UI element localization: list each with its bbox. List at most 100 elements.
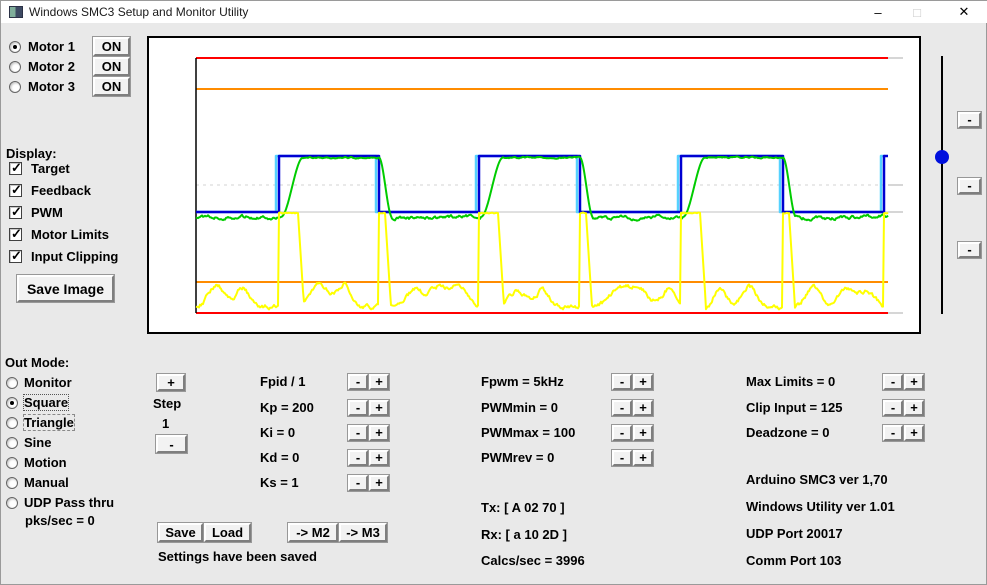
- step-label: Step: [153, 396, 182, 411]
- step-plus-button[interactable]: +: [156, 373, 186, 392]
- motor2-radio[interactable]: [9, 61, 21, 73]
- close-button[interactable]: ✕: [948, 1, 980, 23]
- copy-to-m3-button[interactable]: -> M3: [338, 522, 388, 543]
- kd-plus-button[interactable]: +: [368, 449, 390, 467]
- pwm-checkbox-label: PWM: [31, 205, 63, 220]
- ks-minus-button[interactable]: -: [347, 474, 369, 492]
- motor2-label: Motor 2: [28, 59, 75, 74]
- out-mode-motion-label: Motion: [24, 455, 67, 470]
- motor1-on-button[interactable]: ON: [92, 36, 131, 57]
- copy-to-m2-button[interactable]: -> M2: [287, 522, 339, 543]
- save-button[interactable]: Save: [157, 522, 204, 543]
- side-minus-button-3[interactable]: -: [957, 241, 982, 259]
- out-mode-square-radio[interactable]: [6, 397, 18, 409]
- motor-limits-checkbox[interactable]: [9, 226, 22, 242]
- target-checkbox[interactable]: [9, 160, 22, 176]
- smc3-utility-window: { "window": { "title": "Windows SMC3 Set…: [0, 0, 987, 585]
- clip-input-label: Clip Input = 125: [746, 400, 843, 415]
- position-slider-track[interactable]: [941, 56, 943, 314]
- maximize-button: □: [913, 4, 921, 20]
- kd-label: Kd = 0: [260, 450, 300, 465]
- ks-label: Ks = 1: [260, 475, 299, 490]
- motor1-label: Motor 1: [28, 39, 75, 54]
- pwmrev-plus-button[interactable]: +: [632, 449, 654, 467]
- fpid-plus-button[interactable]: +: [368, 373, 390, 391]
- fpwm-plus-button[interactable]: +: [632, 373, 654, 391]
- udp-port-text: UDP Port 20017: [746, 526, 843, 541]
- tx-value: Tx: [ A 02 70 ]: [481, 500, 565, 515]
- scope-display: [147, 36, 921, 334]
- pks-per-sec-value: pks/sec = 0: [25, 513, 95, 528]
- windows-utility-version-text: Windows Utility ver 1.01: [746, 499, 895, 514]
- clip-input-minus-button[interactable]: -: [882, 399, 904, 417]
- max-limits-minus-button[interactable]: -: [882, 373, 904, 391]
- calcs-per-sec-value: Calcs/sec = 3996: [481, 553, 585, 568]
- motor1-radio[interactable]: [9, 41, 21, 53]
- deadzone-minus-button[interactable]: -: [882, 424, 904, 442]
- out-mode-manual-label: Manual: [24, 475, 69, 490]
- input-clipping-checkbox[interactable]: [9, 248, 22, 264]
- pwmmin-plus-button[interactable]: +: [632, 399, 654, 417]
- max-limits-label: Max Limits = 0: [746, 374, 836, 389]
- out-mode-monitor-radio[interactable]: [6, 377, 18, 389]
- fpid-minus-button[interactable]: -: [347, 373, 369, 391]
- app-icon: [9, 6, 23, 18]
- rx-value: Rx: [ a 10 2D ]: [481, 527, 567, 542]
- minimize-button[interactable]: –: [862, 1, 894, 23]
- pwmmax-label: PWMmax = 100: [481, 425, 576, 440]
- out-mode-triangle-label: Triangle: [23, 414, 75, 431]
- save-image-button[interactable]: Save Image: [16, 274, 115, 303]
- out-mode-square-label: Square: [22, 394, 70, 411]
- out-mode-triangle-radio[interactable]: [6, 417, 18, 429]
- motor2-on-button[interactable]: ON: [92, 56, 131, 77]
- out-mode-manual-radio[interactable]: [6, 477, 18, 489]
- max-limits-plus-button[interactable]: +: [903, 373, 925, 391]
- kp-label: Kp = 200: [260, 400, 314, 415]
- motor3-on-button[interactable]: ON: [92, 76, 131, 97]
- motor3-label: Motor 3: [28, 79, 75, 94]
- feedback-checkbox[interactable]: [9, 182, 22, 198]
- out-mode-sine-radio[interactable]: [6, 437, 18, 449]
- window-title: Windows SMC3 Setup and Monitor Utility: [29, 5, 249, 19]
- pwmrev-label: PWMrev = 0: [481, 450, 555, 465]
- motor-limits-checkbox-label: Motor Limits: [31, 227, 109, 242]
- kp-minus-button[interactable]: -: [347, 399, 369, 417]
- side-minus-button-2[interactable]: -: [957, 177, 982, 195]
- kp-plus-button[interactable]: +: [368, 399, 390, 417]
- settings-status-text: Settings have been saved: [158, 549, 317, 564]
- out-mode-monitor-label: Monitor: [24, 375, 72, 390]
- scope-svg: [195, 57, 903, 314]
- feedback-checkbox-label: Feedback: [31, 183, 91, 198]
- position-slider-thumb[interactable]: [935, 150, 949, 164]
- side-minus-button-1[interactable]: -: [957, 111, 982, 129]
- target-checkbox-label: Target: [31, 161, 70, 176]
- comm-port-text: Comm Port 103: [746, 553, 842, 568]
- kd-minus-button[interactable]: -: [347, 449, 369, 467]
- step-value: 1: [162, 416, 170, 431]
- ki-minus-button[interactable]: -: [347, 424, 369, 442]
- pwmmax-plus-button[interactable]: +: [632, 424, 654, 442]
- ki-plus-button[interactable]: +: [368, 424, 390, 442]
- ks-plus-button[interactable]: +: [368, 474, 390, 492]
- deadzone-plus-button[interactable]: +: [903, 424, 925, 442]
- pwmrev-minus-button[interactable]: -: [611, 449, 633, 467]
- fpid-label: Fpid / 1: [260, 374, 306, 389]
- pwmmax-minus-button[interactable]: -: [611, 424, 633, 442]
- out-mode-udp-label: UDP Pass thru: [24, 495, 115, 510]
- out-mode-sine-label: Sine: [24, 435, 52, 450]
- fpwm-label: Fpwm = 5kHz: [481, 374, 564, 389]
- title-bar: Windows SMC3 Setup and Monitor Utility –…: [1, 1, 987, 23]
- clip-input-plus-button[interactable]: +: [903, 399, 925, 417]
- out-mode-udp-radio[interactable]: [6, 497, 18, 509]
- step-minus-button[interactable]: -: [155, 434, 188, 454]
- fpwm-minus-button[interactable]: -: [611, 373, 633, 391]
- arduino-version-text: Arduino SMC3 ver 1,70: [746, 472, 888, 487]
- pwm-checkbox[interactable]: [9, 204, 22, 220]
- pwmmin-label: PWMmin = 0: [481, 400, 558, 415]
- pwmmin-minus-button[interactable]: -: [611, 399, 633, 417]
- motor3-radio[interactable]: [9, 81, 21, 93]
- load-button[interactable]: Load: [203, 522, 252, 543]
- deadzone-label: Deadzone = 0: [746, 425, 830, 440]
- out-mode-section-title: Out Mode:: [5, 355, 70, 370]
- out-mode-motion-radio[interactable]: [6, 457, 18, 469]
